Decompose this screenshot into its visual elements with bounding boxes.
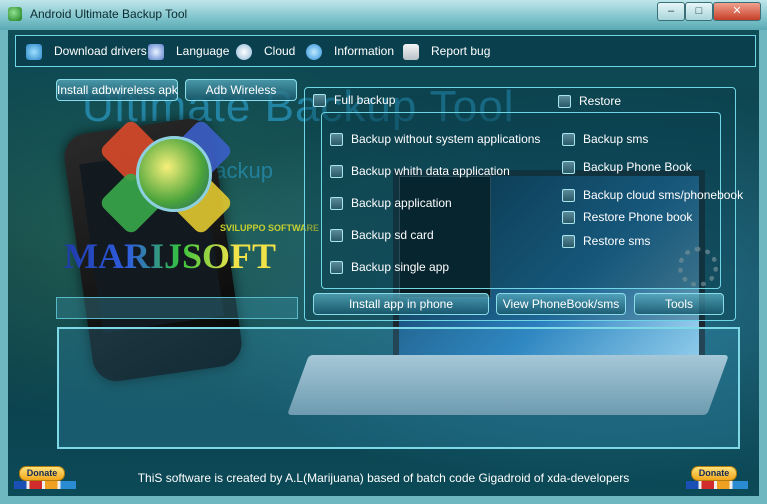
menu-information[interactable]: Information (306, 42, 394, 60)
checkbox-box[interactable] (330, 261, 343, 275)
sms-option-label: Backup Phone Book (583, 160, 692, 174)
sms-option-label: Backup cloud sms/phonebook (583, 188, 744, 202)
checkbox-box[interactable] (330, 133, 343, 147)
backup-option-label: Backup application (351, 196, 452, 210)
minimize-button[interactable]: – (657, 2, 685, 21)
restore-sms-checkbox[interactable]: Restore sms (562, 233, 650, 249)
restore-checkbox[interactable]: Restore (558, 93, 621, 109)
sms-option-label: Backup sms (583, 132, 649, 146)
cloud-icon (236, 43, 252, 60)
main-area: Ultimate Backup Tool Full Backup SVILUPP… (8, 30, 759, 496)
checkbox-box[interactable] (562, 189, 575, 203)
output-log-area[interactable] (57, 327, 740, 449)
donate-button-left[interactable]: Donate (14, 466, 76, 490)
menu-language[interactable]: Language (148, 42, 229, 60)
install-app-button[interactable]: Install app in phone (313, 293, 489, 315)
menu-cloud-label: Cloud (264, 44, 296, 58)
menu-download-drivers[interactable]: Download drivers (26, 42, 147, 60)
payment-cards-icon (14, 481, 76, 489)
window-frame-right (759, 30, 767, 504)
window-frame-bottom (0, 496, 767, 504)
checkbox-box[interactable] (562, 133, 575, 147)
globe-logo-icon (136, 136, 212, 212)
language-icon (148, 43, 164, 60)
full-backup-label: Full backup (334, 93, 396, 107)
menu-information-label: Information (334, 44, 395, 58)
backup-single-app-checkbox[interactable]: Backup single app (330, 259, 449, 275)
menu-download-drivers-label: Download drivers (54, 44, 147, 58)
android-icon (26, 43, 42, 60)
backup-with-data-checkbox[interactable]: Backup whith data application (330, 163, 510, 179)
backup-cloud-checkbox[interactable]: Backup cloud sms/phonebook (562, 187, 743, 203)
credit-text: ThiS software is created by A.L(Marijuan… (137, 471, 630, 485)
progress-bar (56, 297, 298, 319)
donate-label: Donate (19, 466, 65, 481)
view-phonebook-button[interactable]: View PhoneBook/sms (496, 293, 626, 315)
marijsoft-logo: MARIJSOFT (64, 236, 277, 276)
checkbox-box[interactable] (558, 95, 571, 109)
donate-button-right[interactable]: Donate (686, 466, 748, 490)
checkbox-box[interactable] (330, 165, 343, 179)
menu-bar: Download drivers Language Cloud Informat… (15, 35, 756, 67)
backup-option-label: Backup without system applications (351, 132, 541, 146)
checkbox-box[interactable] (313, 94, 326, 108)
backup-option-label: Backup single app (351, 260, 450, 274)
tools-button[interactable]: Tools (634, 293, 724, 315)
checkbox-box[interactable] (562, 211, 575, 225)
menu-language-label: Language (176, 44, 230, 58)
restore-phone-book-checkbox[interactable]: Restore Phone book (562, 209, 692, 225)
backup-sms-checkbox[interactable]: Backup sms (562, 131, 648, 147)
report-bug-icon (403, 43, 419, 60)
payment-cards-icon (686, 481, 748, 489)
sms-option-label: Restore sms (583, 234, 651, 248)
backup-sd-card-checkbox[interactable]: Backup sd card (330, 227, 434, 243)
adb-wireless-button[interactable]: Adb Wireless (185, 79, 297, 101)
checkbox-box[interactable] (330, 197, 343, 211)
full-backup-checkbox[interactable]: Full backup (313, 92, 395, 108)
checkbox-box[interactable] (330, 229, 343, 243)
close-button[interactable]: ✕ (713, 2, 761, 21)
menu-report-bug-label: Report bug (431, 44, 491, 58)
backup-option-label: Backup sd card (351, 228, 434, 242)
checkbox-box[interactable] (562, 161, 575, 175)
donate-label: Donate (691, 466, 737, 481)
menu-cloud[interactable]: Cloud (236, 42, 295, 60)
checkbox-box[interactable] (562, 235, 575, 249)
backup-without-system-apps-checkbox[interactable]: Backup without system applications (330, 131, 540, 147)
restore-label: Restore (579, 94, 622, 108)
window-frame-left (0, 30, 8, 504)
title-bar: Android Ultimate Backup Tool – □ ✕ (0, 0, 767, 30)
backup-application-checkbox[interactable]: Backup application (330, 195, 452, 211)
backup-option-label: Backup whith data application (351, 164, 510, 178)
install-adbwireless-button[interactable]: Install adbwireless apk (56, 79, 178, 101)
maximize-button[interactable]: □ (685, 2, 713, 21)
backup-phone-book-checkbox[interactable]: Backup Phone Book (562, 159, 692, 175)
window-title: Android Ultimate Backup Tool (30, 7, 188, 21)
sms-option-label: Restore Phone book (583, 210, 693, 224)
info-icon (306, 43, 322, 60)
menu-report-bug[interactable]: Report bug (403, 42, 490, 60)
app-icon (8, 7, 22, 21)
